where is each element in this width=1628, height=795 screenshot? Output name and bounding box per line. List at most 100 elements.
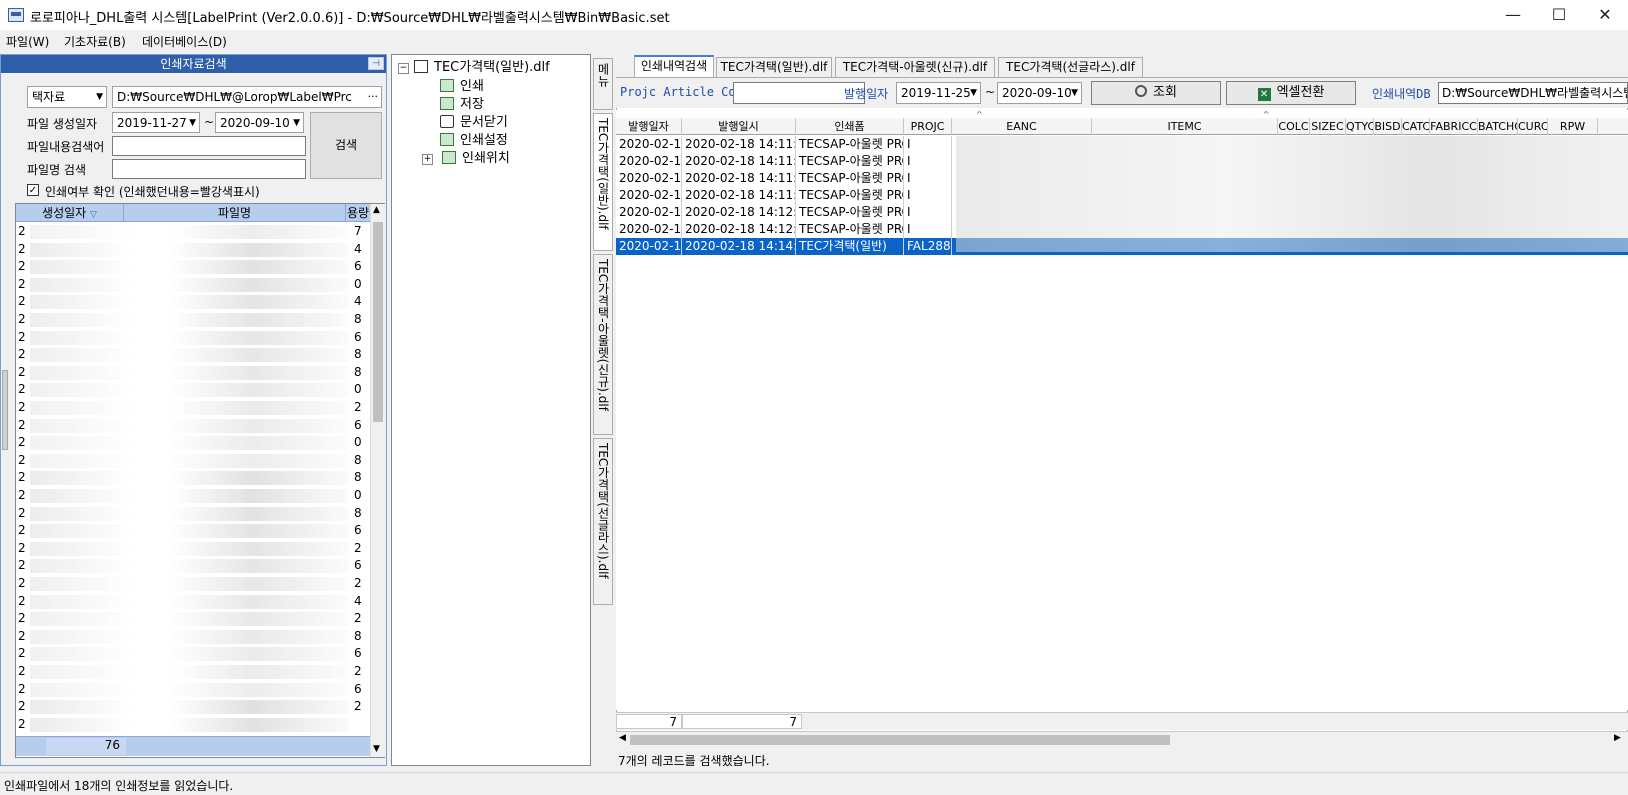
type-select[interactable]: 택자료 ▼: [27, 86, 107, 108]
file-row[interactable]: 28: [16, 505, 370, 522]
menu-base-data[interactable]: 기초자료(B): [64, 33, 126, 50]
file-row[interactable]: 20: [16, 487, 370, 504]
col-발행일자[interactable]: 발행일자: [616, 118, 682, 135]
close-button[interactable]: ✕: [1582, 0, 1628, 30]
col-created-date[interactable]: 생성일자 ▽: [16, 204, 124, 222]
history-db-path[interactable]: D:₩Source₩DHL₩라벨출력시스템₩Bin₩Data: [1438, 82, 1628, 104]
file-row[interactable]: 26: [16, 645, 370, 662]
file-count: 76: [46, 738, 126, 755]
pin-icon[interactable]: ⊣: [368, 57, 384, 70]
issue-date-from[interactable]: 2019-11-25 ▼: [896, 82, 981, 104]
tree-item-print-position[interactable]: + 인쇄위치: [422, 150, 510, 168]
query-button[interactable]: 조회: [1091, 81, 1221, 105]
scroll-thumb[interactable]: [373, 222, 383, 422]
file-row[interactable]: 24: [16, 593, 370, 610]
scroll-right-icon[interactable]: ▶: [1614, 733, 1621, 743]
filename-search-input[interactable]: [112, 159, 306, 179]
file-row-size: 8: [354, 628, 362, 643]
scroll-up-icon[interactable]: ▲: [373, 205, 380, 215]
col-sizec[interactable]: SIZEC: [1310, 118, 1346, 135]
tree-item-close-doc[interactable]: 문서닫기: [440, 114, 508, 132]
col-catc[interactable]: CATC: [1402, 118, 1430, 135]
tab-tec-sunglasses[interactable]: TEC가격택(선글라스).dlf: [998, 57, 1143, 77]
col-fabricc[interactable]: FABRICC: [1430, 118, 1478, 135]
col-colc[interactable]: COLC: [1278, 118, 1310, 135]
tab-tec-general[interactable]: TEC가격택(일반).dlf: [716, 57, 832, 77]
tab-print-history[interactable]: 인쇄내역검색: [634, 55, 714, 78]
file-row[interactable]: 24: [16, 293, 370, 310]
tree-root[interactable]: − TEC가격택(일반).dlf: [398, 59, 550, 77]
file-row[interactable]: 22: [16, 575, 370, 592]
col-eanc[interactable]: EANC: [952, 118, 1092, 135]
file-row[interactable]: 26: [16, 417, 370, 434]
vtab-tec-outlet[interactable]: TEC가격택-아울렛(신규).dlf: [593, 254, 613, 435]
vtab-tec-sunglasses[interactable]: TEC가격택(선글라스).dlf: [593, 438, 613, 605]
file-row[interactable]: 20: [16, 276, 370, 293]
file-row-date: 2: [18, 611, 26, 626]
col-size[interactable]: 용량: [346, 204, 370, 222]
file-row[interactable]: 20: [16, 381, 370, 398]
menu-file[interactable]: 파일(W): [6, 33, 49, 50]
file-row[interactable]: 26: [16, 258, 370, 275]
file-row[interactable]: 26: [16, 557, 370, 574]
file-row[interactable]: 28: [16, 311, 370, 328]
file-row[interactable]: 20: [16, 434, 370, 451]
scroll-down-icon[interactable]: ▼: [373, 744, 380, 754]
col-인쇄폼[interactable]: 인쇄폼: [796, 118, 904, 135]
excel-export-button[interactable]: ✕ 엑셀전환: [1226, 81, 1356, 105]
vtab-tec-general[interactable]: TEC가격택(일반).dlf: [593, 113, 613, 251]
column-resize-grips[interactable]: ^^: [976, 110, 1276, 119]
tab-tec-outlet[interactable]: TEC가격택-아울렛(신규).dlf: [835, 57, 995, 77]
scroll-left-icon[interactable]: ◀: [619, 733, 626, 743]
tree-item-print-settings[interactable]: 인쇄설정: [440, 132, 508, 150]
file-row[interactable]: 28: [16, 346, 370, 363]
splitter-grip[interactable]: [2, 370, 8, 450]
file-row[interactable]: 22: [16, 663, 370, 680]
tree-item-print[interactable]: 인쇄: [440, 78, 484, 96]
file-row[interactable]: 27: [16, 223, 370, 240]
collapse-icon[interactable]: −: [398, 63, 409, 74]
expand-icon[interactable]: +: [422, 154, 433, 165]
results-hscroll[interactable]: ◀ ▶: [616, 731, 1628, 747]
col-발행일시[interactable]: 발행일시: [682, 118, 796, 135]
maximize-button[interactable]: ☐: [1536, 0, 1582, 30]
file-row[interactable]: 26: [16, 522, 370, 539]
col-bisd[interactable]: BISD: [1374, 118, 1402, 135]
save-icon: [440, 97, 454, 110]
col-itemc[interactable]: ITEMC: [1092, 118, 1278, 135]
file-row[interactable]: 26: [16, 329, 370, 346]
file-row[interactable]: 28: [16, 452, 370, 469]
file-row[interactable]: 28: [16, 469, 370, 486]
file-date-from[interactable]: 2019-11-27 ▼: [112, 112, 200, 133]
tree-item-save[interactable]: 저장: [440, 96, 484, 114]
vtab-menu[interactable]: 메뉴: [593, 58, 613, 110]
content-search-input[interactable]: [112, 136, 306, 156]
file-grid-scrollbar[interactable]: ▲ ▼: [370, 204, 385, 757]
file-row[interactable]: 2: [16, 716, 370, 733]
col-curc[interactable]: CURC: [1518, 118, 1548, 135]
col-projc[interactable]: PROJC: [904, 118, 952, 135]
file-row[interactable]: 28: [16, 364, 370, 381]
col-rpw[interactable]: RPW: [1548, 118, 1598, 135]
file-date-to[interactable]: 2020-09-10 ▼: [215, 112, 304, 133]
file-row[interactable]: 24: [16, 241, 370, 258]
file-row[interactable]: 22: [16, 399, 370, 416]
file-row[interactable]: 26: [16, 681, 370, 698]
file-row[interactable]: 28: [16, 628, 370, 645]
path-browse-button[interactable]: ···: [368, 87, 379, 107]
hscroll-thumb[interactable]: [630, 735, 1170, 745]
minimize-button[interactable]: —: [1490, 0, 1536, 30]
col-batchc[interactable]: BATCHC: [1478, 118, 1518, 135]
file-row-size: 2: [354, 576, 362, 590]
print-check-checkbox[interactable]: ✓: [27, 184, 39, 196]
search-button[interactable]: 검색: [310, 112, 382, 179]
file-row[interactable]: 22: [16, 698, 370, 715]
file-row[interactable]: 22: [16, 540, 370, 557]
file-row[interactable]: 22: [16, 610, 370, 627]
chevron-down-icon: ▼: [970, 88, 977, 98]
issue-date-to[interactable]: 2020-09-10 ▼: [997, 82, 1082, 104]
path-field[interactable]: D:₩Source₩DHL₩@Lorop₩Label₩Prc ···: [112, 86, 382, 108]
col-qtyc[interactable]: QTYC: [1346, 118, 1374, 135]
menu-database[interactable]: 데이터베이스(D): [142, 33, 227, 50]
col-filename[interactable]: 파일명: [124, 204, 346, 222]
